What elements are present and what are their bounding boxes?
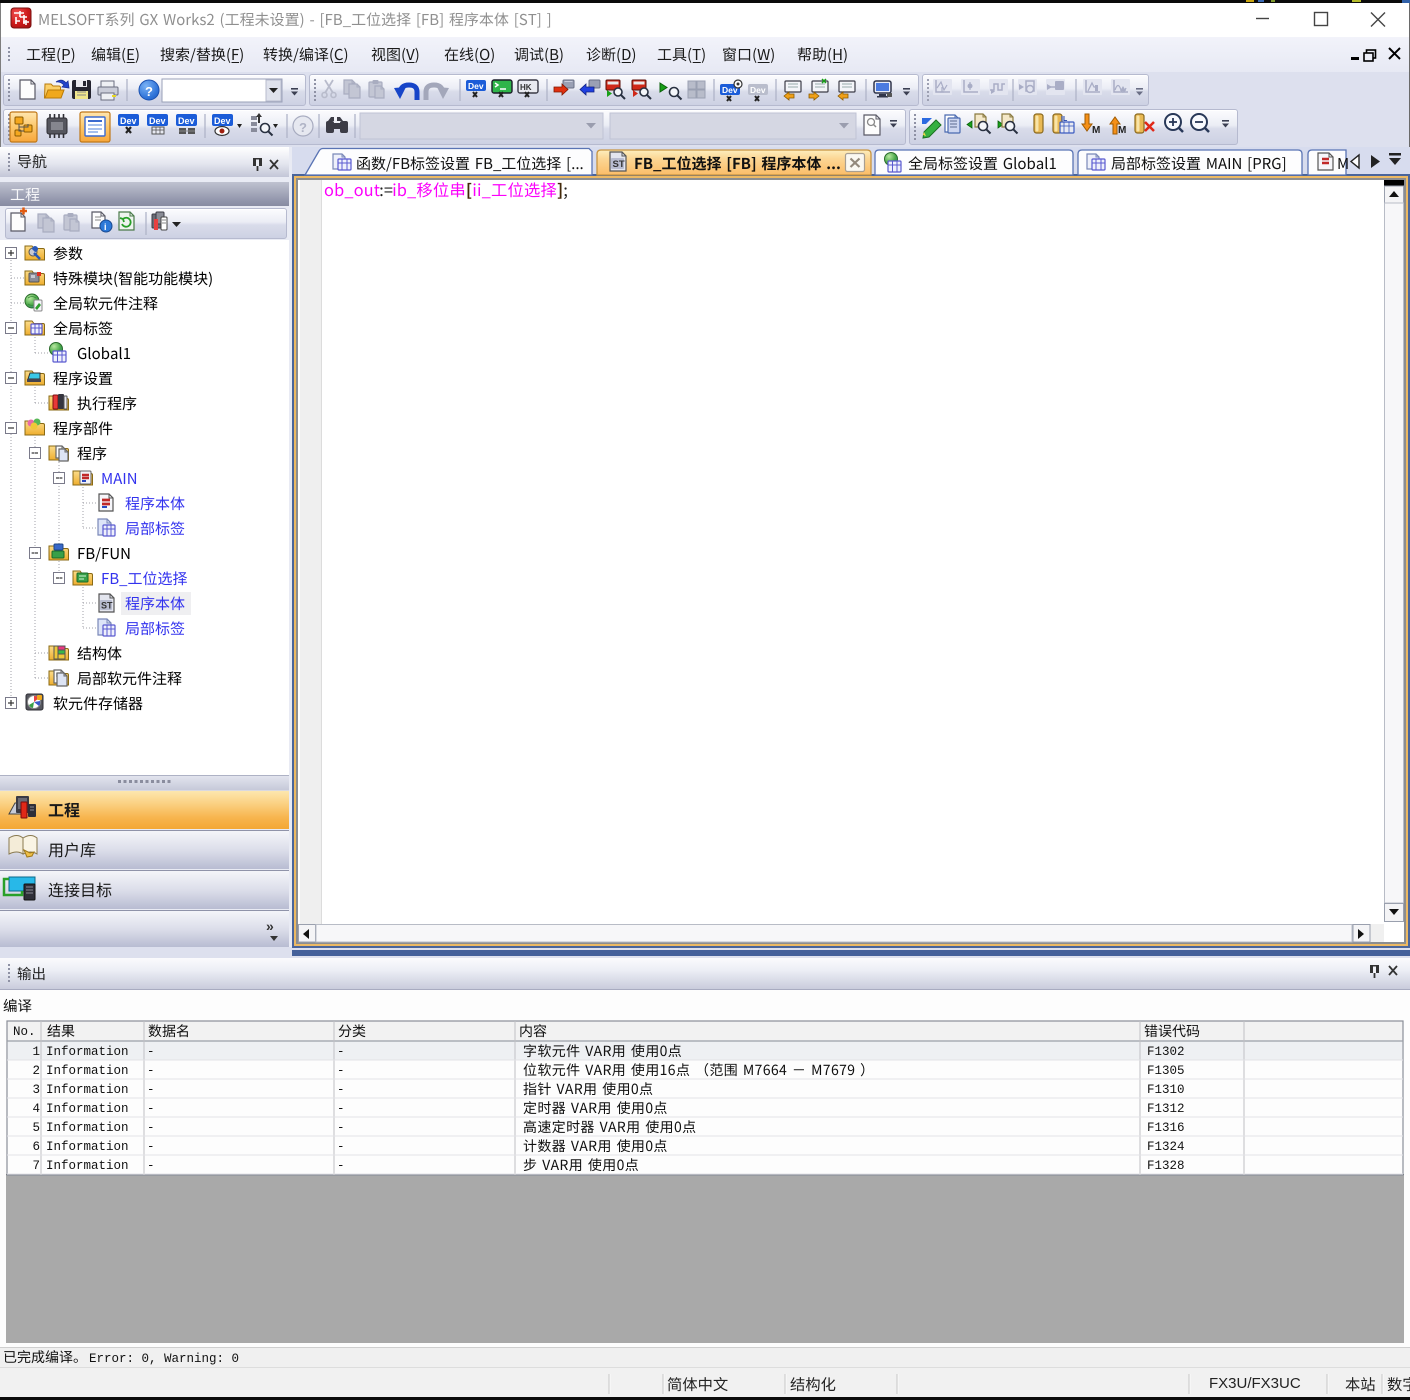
svg-text:M: M bbox=[1092, 125, 1100, 136]
svg-text:Dev: Dev bbox=[178, 116, 195, 126]
svg-text:i: i bbox=[104, 222, 107, 232]
svg-text:IL: IL bbox=[1061, 116, 1068, 123]
svg-text:M: M bbox=[1118, 125, 1126, 136]
svg-text:Dev: Dev bbox=[214, 116, 231, 126]
svg-text:ST: ST bbox=[101, 601, 113, 611]
svg-text:HK: HK bbox=[520, 83, 532, 92]
svg-text:Dev: Dev bbox=[120, 116, 137, 126]
svg-text:?: ? bbox=[299, 120, 307, 135]
svg-text:»: » bbox=[266, 918, 274, 934]
svg-text:ST: ST bbox=[613, 159, 625, 170]
svg-text:Dev: Dev bbox=[468, 81, 484, 91]
svg-text:Dev: Dev bbox=[149, 116, 166, 126]
svg-text:Dev: Dev bbox=[750, 85, 766, 95]
svg-text:?: ? bbox=[145, 84, 153, 99]
